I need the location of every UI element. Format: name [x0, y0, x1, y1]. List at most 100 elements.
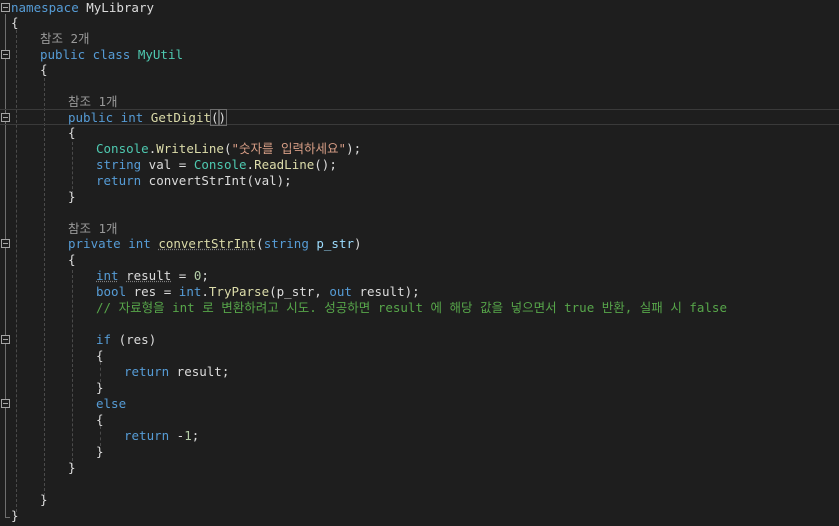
- code-line-9[interactable]: Console.WriteLine("숫자를 입력하세요");: [0, 141, 839, 157]
- open-brace: {: [11, 15, 19, 30]
- collapse-if-icon[interactable]: [1, 335, 10, 344]
- code-line-current[interactable]: public int GetDigit(): [0, 109, 839, 126]
- keyword-else: else: [96, 396, 127, 411]
- code-line-20[interactable]: {: [0, 348, 839, 364]
- method-writeline: WriteLine: [156, 141, 224, 156]
- open-brace: {: [68, 125, 76, 140]
- codelens-references[interactable]: 참조 1개: [68, 94, 118, 110]
- code-line-8[interactable]: {: [0, 125, 839, 141]
- keyword-int: int: [113, 110, 151, 125]
- code-line-22[interactable]: }: [0, 380, 839, 396]
- keyword-string: string: [263, 236, 309, 251]
- codelens-line[interactable]: 참조 1개: [0, 94, 839, 110]
- keyword-string: string: [96, 157, 142, 172]
- code-line-28[interactable]: }: [0, 492, 839, 508]
- codelens-references[interactable]: 참조 2개: [40, 31, 90, 47]
- arguments: (p_str,: [269, 284, 330, 299]
- number-literal: 1: [184, 428, 192, 443]
- type-console: Console: [193, 157, 247, 172]
- code-line-14[interactable]: private int convertStrInt(string p_str): [0, 236, 839, 252]
- keyword-int: int: [120, 236, 159, 251]
- code-line-10[interactable]: string val = Console.ReadLine();: [0, 157, 839, 173]
- collapse-method-icon[interactable]: [1, 113, 10, 122]
- arguments-end: result);: [351, 284, 420, 299]
- code-line-21[interactable]: return result;: [0, 364, 839, 380]
- keyword-return: return: [124, 364, 170, 379]
- type-console: Console: [96, 141, 149, 156]
- variable-decl: res =: [126, 284, 179, 299]
- code-line-1[interactable]: namespace MyLibrary: [0, 0, 839, 16]
- statement-end: ;: [191, 428, 200, 443]
- codelens-line[interactable]: 참조 2개: [0, 31, 839, 47]
- code-line-2[interactable]: {: [0, 15, 839, 31]
- keyword-namespace: namespace: [11, 0, 79, 15]
- collapse-class-icon[interactable]: [1, 50, 10, 59]
- code-line-18[interactable]: // 자료형을 int 로 변환하려고 시도. 성공하면 result 에 해당…: [0, 300, 839, 316]
- return-value: result;: [169, 364, 230, 379]
- keyword-int: int: [178, 284, 202, 299]
- condition: (res): [111, 332, 157, 347]
- parameter-name: p_str: [308, 236, 355, 251]
- close-brace: }: [68, 189, 76, 204]
- code-line-29[interactable]: }: [0, 508, 839, 524]
- code-line-12[interactable]: }: [0, 189, 839, 205]
- codelens-line[interactable]: 참조 1개: [0, 221, 839, 237]
- code-line-25[interactable]: return -1;: [0, 428, 839, 444]
- return-call: convertStrInt(val);: [141, 173, 292, 188]
- keyword-return: return: [96, 173, 142, 188]
- assign: =: [171, 268, 194, 283]
- method-tryparse: TryParse: [208, 284, 270, 299]
- method-readline: ReadLine: [254, 157, 315, 172]
- collapse-namespace-icon[interactable]: [1, 3, 10, 12]
- keyword-public: public: [68, 110, 114, 125]
- minus: -: [169, 428, 185, 443]
- comment: // 자료형을 int 로 변환하려고 시도. 성공하면 result 에 해당…: [96, 300, 727, 315]
- code-line-4[interactable]: public class MyUtil: [0, 47, 839, 63]
- code-line-16[interactable]: int result = 0;: [0, 268, 839, 284]
- statement-end: ();: [314, 157, 337, 172]
- keyword-int: int: [96, 268, 119, 283]
- collapse-else-icon[interactable]: [1, 399, 10, 408]
- code-line-23[interactable]: else: [0, 396, 839, 412]
- dot: .: [246, 157, 255, 172]
- code-line-5[interactable]: {: [0, 62, 839, 78]
- string-literal: "숫자를 입력하세요": [231, 141, 347, 156]
- class-name: MyUtil: [137, 47, 183, 62]
- close-paren-highlight: ): [217, 109, 228, 126]
- open-brace: {: [40, 62, 48, 77]
- code-line-19[interactable]: if (res): [0, 332, 839, 348]
- keyword-out: out: [329, 284, 352, 299]
- code-line-11[interactable]: return convertStrInt(val);: [0, 173, 839, 189]
- code-line-26[interactable]: }: [0, 444, 839, 460]
- code-line-17[interactable]: bool res = int.TryParse(p_str, out resul…: [0, 284, 839, 300]
- code-line-15[interactable]: {: [0, 252, 839, 268]
- code-editor[interactable]: namespace MyLibrary { 참조 2개 public class…: [0, 0, 839, 526]
- statement-end: ;: [201, 268, 209, 283]
- close-brace: }: [68, 460, 76, 475]
- variable-decl: val =: [141, 157, 194, 172]
- keyword-if: if: [96, 332, 112, 347]
- method-name: GetDigit: [150, 110, 212, 125]
- close-brace: }: [11, 508, 19, 523]
- close-paren: ): [354, 236, 362, 251]
- codelens-references[interactable]: 참조 1개: [68, 221, 118, 237]
- variable-result: result: [126, 268, 172, 283]
- keyword-private: private: [68, 236, 121, 251]
- open-brace: {: [96, 348, 104, 363]
- collapse-method-icon[interactable]: [1, 239, 10, 248]
- open-brace: {: [68, 252, 76, 267]
- dot: .: [201, 284, 209, 299]
- keyword-class: class: [85, 47, 138, 62]
- close-brace: }: [40, 492, 48, 507]
- close-brace: }: [96, 380, 104, 395]
- code-line-24[interactable]: {: [0, 412, 839, 428]
- close-brace: }: [96, 444, 104, 459]
- statement-end: );: [346, 141, 362, 156]
- open-paren: (: [256, 236, 264, 251]
- code-line-27[interactable]: }: [0, 460, 839, 476]
- keyword-return: return: [124, 428, 170, 443]
- method-name: convertStrInt: [158, 236, 257, 251]
- open-brace: {: [96, 412, 104, 427]
- keyword-public: public: [40, 47, 86, 62]
